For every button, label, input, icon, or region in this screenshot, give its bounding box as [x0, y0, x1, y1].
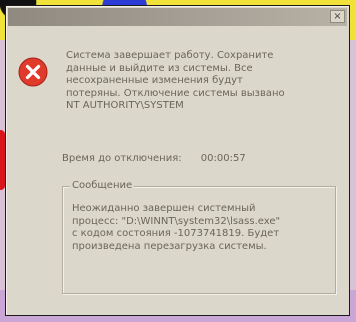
shutdown-timer: Время до отключения: 00:00:57 [62, 153, 246, 164]
error-icon [18, 57, 48, 87]
message-line: NT AUTHORITY\SYSTEM [66, 100, 184, 111]
message-line: данные и выйдите из системы. Все [66, 62, 253, 74]
message-line: потеряны. Отключение системы вызвано [66, 87, 285, 99]
groupbox-line: произведена перезагрузка системы. [72, 240, 267, 252]
close-button[interactable]: × [330, 10, 345, 23]
shutdown-message: Система завершает работу. Сохраните данн… [66, 50, 336, 113]
groupbox-line: Неожиданно завершен системный [72, 203, 256, 214]
groupbox-line: процесс: "D:\WINNT\system32\lsass.exe" [72, 215, 281, 227]
groupbox-legend: Сообщение [70, 180, 135, 191]
timer-label: Время до отключения: [62, 153, 182, 164]
groupbox-line: с кодом состояния -1073741819. Будет [72, 228, 280, 239]
title-bar[interactable]: × [8, 8, 347, 26]
timer-value: 00:00:57 [200, 153, 246, 164]
message-line: Система завершает работу. Сохраните [66, 50, 274, 61]
groupbox-message: Неожиданно завершен системный процесс: "… [72, 203, 334, 253]
message-line: несохраненные изменения будут [66, 75, 243, 86]
close-icon: × [333, 11, 342, 22]
